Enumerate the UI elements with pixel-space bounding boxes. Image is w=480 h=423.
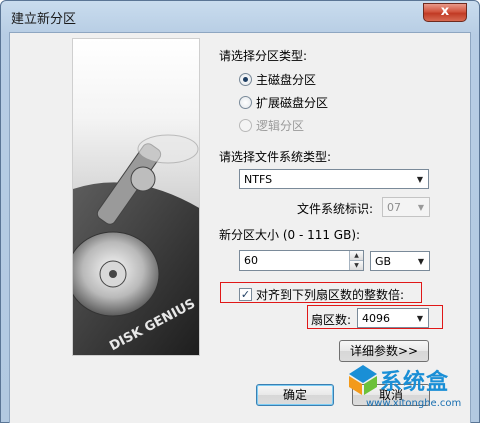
filesystem-select[interactable]: NTFS ▼	[239, 169, 429, 189]
partition-size-label: 新分区大小 (0 - 111 GB):	[219, 228, 361, 242]
close-button[interactable]: x	[423, 3, 467, 22]
title-bar[interactable]: 建立新分区 x	[1, 1, 479, 31]
radio-logical-partition: 逻辑分区	[239, 117, 304, 134]
align-checkbox-row[interactable]: ✓ 对齐到下列扇区数的整数倍:	[239, 286, 404, 303]
filesystem-select-value: NTFS	[244, 172, 273, 186]
filesystem-type-label: 请选择文件系统类型:	[219, 150, 332, 164]
radio-extended-label: 扩展磁盘分区	[256, 96, 329, 110]
filesystem-id-select: 07 ▼	[382, 197, 430, 217]
partition-type-label: 请选择分区类型:	[219, 49, 308, 63]
spin-buttons[interactable]: ▲ ▼	[349, 251, 363, 270]
size-unit-value: GB	[375, 254, 392, 268]
size-unit-select[interactable]: GB ▼	[370, 251, 430, 271]
align-checkbox[interactable]: ✓	[239, 288, 252, 301]
chevron-down-icon: ▼	[416, 174, 424, 184]
filesystem-id-label: 文件系统标识:	[297, 202, 374, 216]
sector-count-label: 扇区数:	[311, 313, 352, 327]
ok-button[interactable]: 确定	[256, 384, 334, 406]
details-button[interactable]: 详细参数>>	[339, 340, 429, 362]
radio-primary-label: 主磁盘分区	[256, 73, 317, 87]
watermark: 系统盒 www.xitonghe.com	[348, 362, 476, 420]
radio-dot-icon	[239, 96, 252, 109]
watermark-logo-icon	[349, 365, 377, 395]
radio-extended-partition[interactable]: 扩展磁盘分区	[239, 94, 328, 111]
partition-size-value: 60	[244, 254, 258, 267]
radio-logical-label: 逻辑分区	[256, 119, 305, 133]
partition-size-input[interactable]: 60 ▲ ▼	[239, 250, 364, 271]
disk-genius-image: DISK GENIUS	[72, 38, 200, 356]
filesystem-id-value: 07	[387, 200, 401, 214]
radio-dot-icon	[239, 119, 252, 132]
spin-up-icon[interactable]: ▲	[350, 251, 363, 261]
radio-dot-icon	[239, 73, 252, 86]
align-label: 对齐到下列扇区数的整数倍:	[256, 288, 405, 302]
chevron-down-icon: ▼	[417, 256, 425, 266]
spin-down-icon[interactable]: ▼	[350, 260, 363, 270]
watermark-url: www.xitonghe.com	[366, 398, 462, 409]
watermark-text: 系统盒	[380, 370, 450, 395]
sector-count-value: 4096	[362, 311, 390, 325]
window-title: 建立新分区	[11, 12, 77, 27]
hard-disk-illustration: DISK GENIUS	[73, 134, 199, 355]
chevron-down-icon: ▼	[417, 202, 425, 212]
sector-count-select[interactable]: 4096 ▼	[357, 308, 429, 328]
radio-primary-partition[interactable]: 主磁盘分区	[239, 71, 316, 88]
chevron-down-icon: ▼	[416, 313, 424, 323]
